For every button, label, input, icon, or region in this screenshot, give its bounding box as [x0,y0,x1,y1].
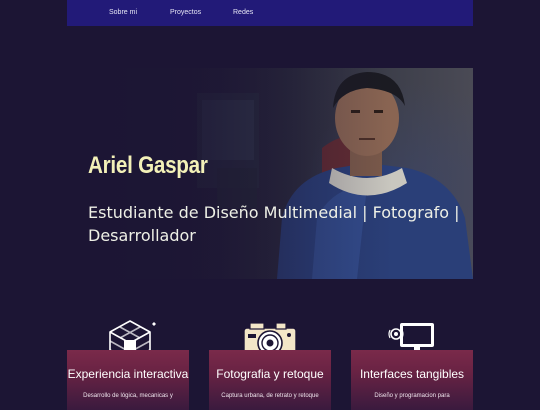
service-card-photography[interactable]: Fotografia y retoque Captura urbana, de … [209,350,331,410]
nav-link-sobre-mi[interactable]: Sobre mi [109,9,137,16]
service-card-title: Fotografia y retoque [216,367,324,381]
hero-subtitle: Estudiante de Diseño Multimedial | Fotog… [88,203,460,245]
service-card-title: Experiencia interactiva [67,367,189,381]
service-card-description: Desarrollo de lógica, mecanicas y [83,393,173,399]
service-card-description: Diseño y programacion para [374,393,450,399]
service-card-tangible-interfaces[interactable]: Interfaces tangibles Diseño y programaci… [351,350,473,410]
service-card-description: Captura urbana, de retrato y retoque [221,393,319,399]
nav-link-proyectos[interactable]: Proyectos [170,9,201,16]
top-navbar: Sobre mi Proyectos Redes [67,0,473,26]
nav-link-redes[interactable]: Redes [233,9,253,16]
service-card-interactive[interactable]: Experiencia interactiva Desarrollo de ló… [67,350,189,410]
hero-name: Ariel Gaspar [88,152,208,179]
hero-banner: Ariel Gaspar Estudiante de Diseño Multim… [67,68,473,279]
service-card-title: Interfaces tangibles [359,367,465,381]
